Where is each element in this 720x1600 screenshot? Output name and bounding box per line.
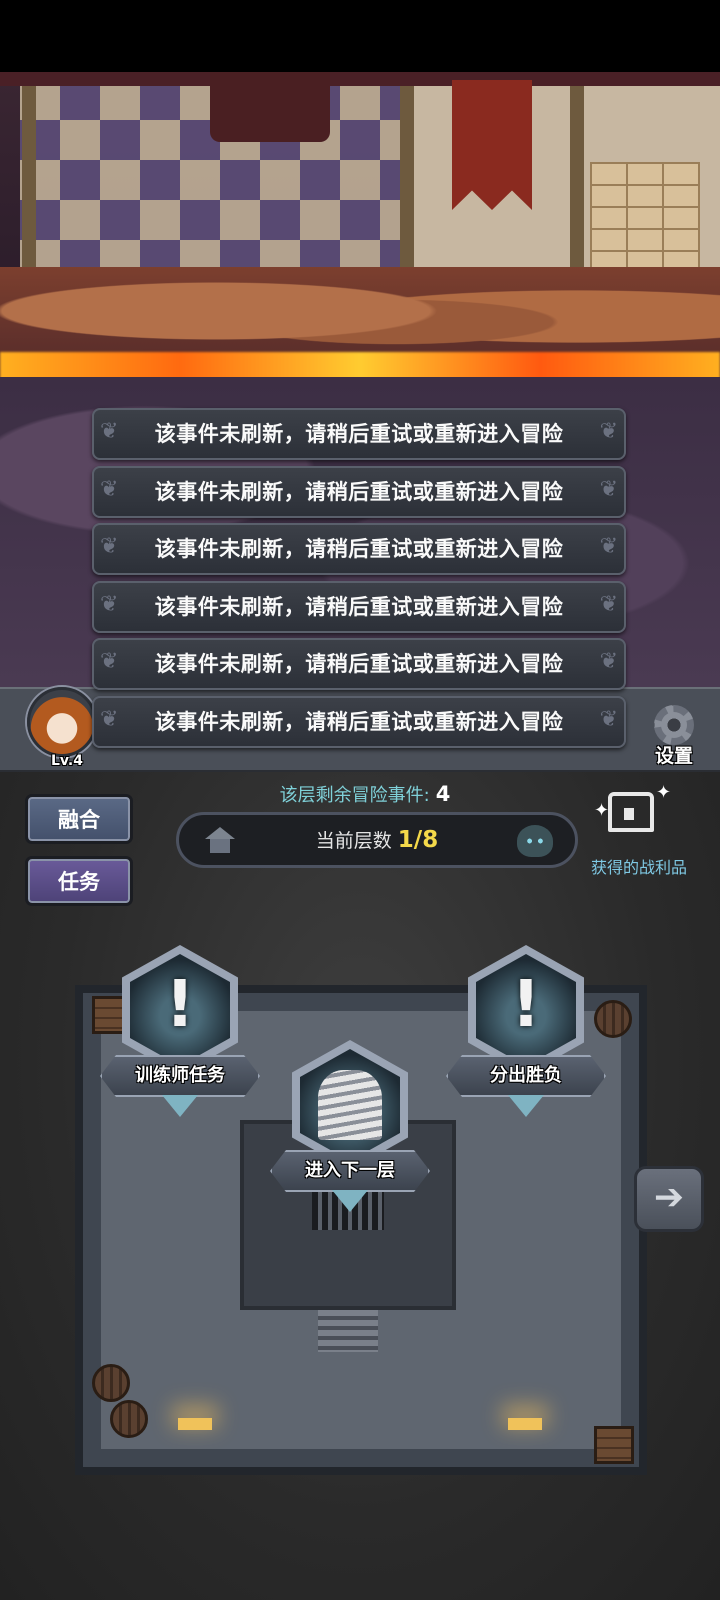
torch [508, 1418, 542, 1430]
fusion-button[interactable]: 融合 [25, 794, 133, 844]
remaining-events-label: 该层剩余冒险事件: [279, 785, 430, 806]
barrel [92, 1364, 130, 1402]
torch [178, 1418, 212, 1430]
node-pin-icon [332, 1190, 368, 1212]
loot-label: 获得的战利品 [590, 858, 687, 877]
node-pin-icon [162, 1095, 198, 1117]
next-room-button[interactable]: ➔ [634, 1166, 704, 1232]
toast-text: 该事件未刷新，请稍后重试或重新进入冒险 [154, 537, 564, 561]
crate [594, 1426, 634, 1464]
task-button[interactable]: 任务 [25, 856, 133, 906]
current-floor: 当前层数 1/8 [179, 815, 575, 866]
spiral-stairs-icon [318, 1070, 382, 1140]
exclamation-icon: ! [511, 968, 541, 1042]
ceiling-arch [210, 72, 330, 142]
trainer-task-label: 训练师任务 [135, 1065, 225, 1086]
remaining-events-count: 4 [435, 782, 451, 806]
loot-button[interactable]: ✦ ✦ 获得的战利品 [584, 782, 694, 877]
toast-text: 该事件未刷新，请稍后重试或重新进入冒险 [154, 652, 564, 676]
toast-text: 该事件未刷新，请稍后重试或重新进入冒险 [154, 594, 564, 619]
node-pin-icon [508, 1095, 544, 1117]
remaining-events: 该层剩余冒险事件: 4 [200, 781, 530, 807]
toast-text: 该事件未刷新，请稍后重试或重新进入冒险 [154, 422, 564, 446]
current-floor-label: 当前层数 [315, 830, 392, 852]
toast-message: 该事件未刷新，请稍后重试或重新进入冒险 [92, 580, 626, 633]
settings-label: 设置 [654, 745, 693, 767]
toast-message: 该事件未刷新，请稍后重试或重新进入冒险 [92, 695, 626, 748]
next-floor-label: 进入下一层 [305, 1160, 395, 1181]
toast-text: 该事件未刷新，请稍后重试或重新进入冒险 [154, 709, 564, 734]
treasure-chest-icon [608, 792, 654, 832]
trainer-task-node[interactable]: ! 训练师任务 [100, 945, 260, 1117]
sparkle-icon: ✦ [594, 800, 610, 821]
sparkle-icon: ✦ [656, 782, 672, 803]
player-level: Lv.4 [51, 753, 83, 769]
floor-progress-bar: 当前层数 1/8 [176, 812, 578, 868]
toast-message: 该事件未刷新，请稍后重试或重新进入冒险 [92, 465, 626, 518]
settings-button[interactable]: 设置 [644, 705, 704, 767]
exclamation-icon: ! [165, 968, 195, 1042]
player-avatar[interactable] [27, 687, 97, 757]
toast-message: 该事件未刷新，请稍后重试或重新进入冒险 [92, 638, 626, 690]
toast-text: 该事件未刷新，请稍后重试或重新进入冒险 [154, 479, 564, 504]
demon-head-icon [517, 825, 553, 857]
toast-message: 该事件未刷新，请稍后重试或重新进入冒险 [92, 408, 626, 460]
torn-banner [452, 80, 532, 210]
status-bar [0, 0, 720, 72]
toast-message: 该事件未刷新，请稍后重试或重新进入冒险 [92, 523, 626, 575]
barrel [110, 1400, 148, 1438]
arrow-right-icon: ➔ [653, 1177, 685, 1218]
decide-winner-node[interactable]: ! 分出胜负 [446, 945, 606, 1117]
gear-icon [654, 705, 694, 745]
decide-winner-label: 分出胜负 [490, 1065, 562, 1086]
ceiling-beam [0, 72, 720, 86]
current-floor-value: 1/8 [397, 827, 439, 853]
toast-stack: 该事件未刷新，请稍后重试或重新进入冒险 该事件未刷新，请稍后重试或重新进入冒险 … [92, 408, 626, 753]
stone-steps [318, 1310, 378, 1352]
next-floor-node[interactable]: 进入下一层 [270, 1040, 430, 1212]
